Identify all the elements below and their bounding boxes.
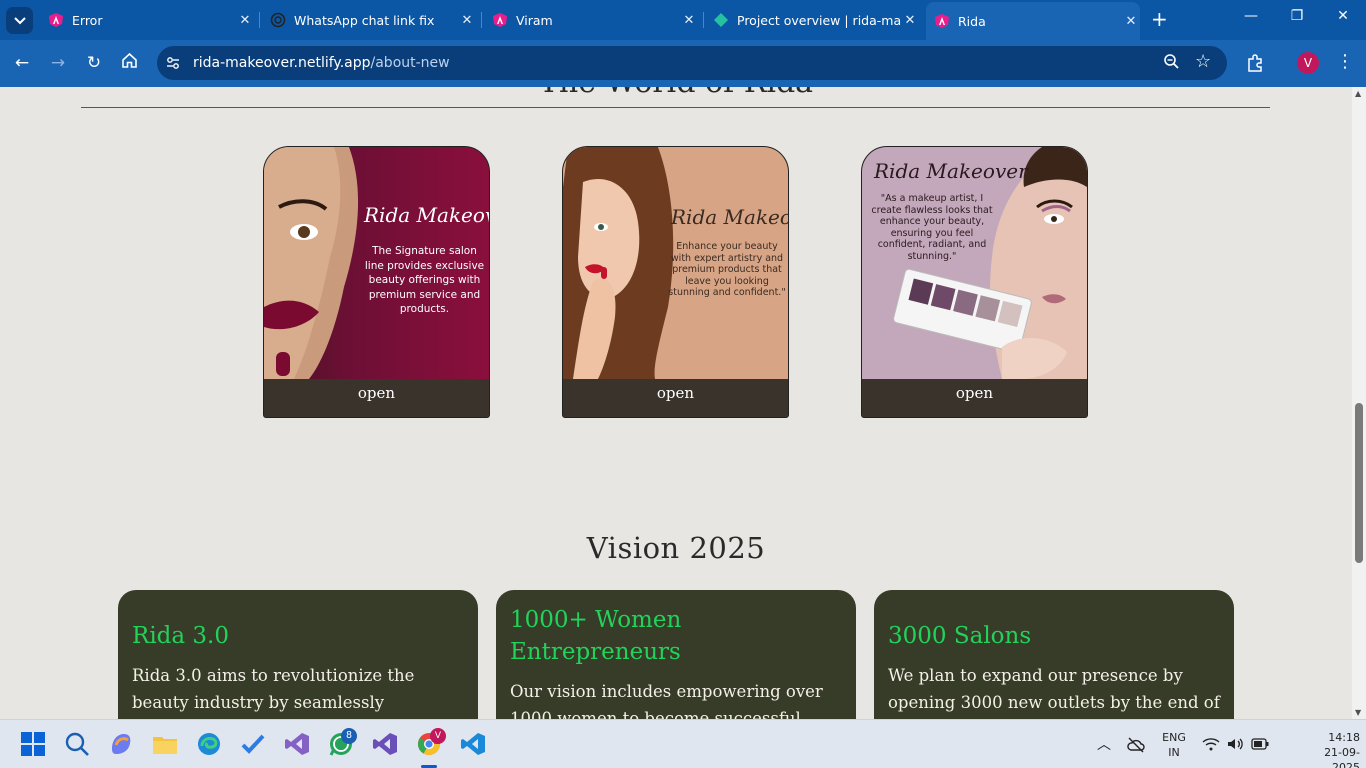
angular-icon — [49, 13, 63, 27]
section-divider — [81, 107, 1270, 108]
reload-icon[interactable]: ↻ — [83, 53, 105, 73]
close-icon[interactable]: ✕ — [1122, 14, 1140, 29]
open-button[interactable]: open — [563, 379, 788, 417]
home-icon[interactable] — [118, 52, 140, 74]
zoom-icon[interactable] — [1163, 53, 1180, 74]
search-icon[interactable] — [64, 731, 90, 757]
url-host: rida-makeover.netlify.app — [193, 55, 371, 71]
scroll-up-arrow-icon[interactable]: ▲ — [1355, 89, 1361, 98]
tab-title: Project overview | rida-make — [737, 12, 901, 28]
vision-card-rida-3: Rida 3.0 Rida 3.0 aims to revolutionize … — [118, 590, 478, 719]
scroll-thumb[interactable] — [1355, 403, 1363, 563]
vision-card-heading: 1000+ Women Entrepreneurs — [510, 607, 682, 665]
extensions-icon[interactable] — [1245, 53, 1265, 73]
vision-card-body: We plan to expand our presence by openin… — [888, 666, 1220, 712]
promo-brand-text: Rida Makeover — [364, 203, 489, 227]
vision-card-heading: Rida 3.0 — [132, 623, 229, 649]
chevron-down-icon — [13, 16, 26, 24]
url-text: rida-makeover.netlify.app/about-new — [193, 55, 450, 71]
angular-icon — [493, 13, 507, 27]
menu-icon[interactable]: ⋮ — [1336, 51, 1354, 72]
tab-title: Viram — [516, 12, 553, 28]
tab-error[interactable]: Error ✕ — [48, 6, 254, 34]
vision-card-body: Rida 3.0 aims to revolutionize the beaut… — [132, 666, 415, 712]
profile-avatar[interactable]: V — [1297, 52, 1319, 74]
todo-icon[interactable] — [240, 731, 266, 757]
address-bar[interactable]: rida-makeover.netlify.app/about-new ☆ — [157, 46, 1227, 80]
notification-badge: 8 — [341, 728, 357, 744]
tab-search-button[interactable] — [6, 7, 33, 34]
tab-rida[interactable]: Rida ✕ — [926, 2, 1140, 40]
tab-title: Rida — [958, 13, 986, 29]
minimize-icon[interactable]: — — [1228, 8, 1274, 24]
tab-divider — [703, 12, 704, 28]
browser-toolbar: ← → ↻ rida-makeover.netlify.app/about-ne… — [0, 40, 1366, 87]
close-icon[interactable]: ✕ — [901, 13, 919, 28]
clock-date: 21-09-2025 — [1324, 746, 1360, 768]
new-tab-icon[interactable]: + — [1151, 9, 1168, 29]
tab-project-overview[interactable]: Project overview | rida-make ✕ — [713, 6, 919, 34]
tab-whatsapp-chat-link-fix[interactable]: WhatsApp chat link fix ✕ — [270, 6, 476, 34]
site-info-icon[interactable] — [165, 55, 181, 71]
promo-card-artist: Rida Makeover "As a makeup artist, I cre… — [861, 146, 1088, 418]
promo-brand-text: Rida Makeover — [874, 159, 1028, 183]
open-button[interactable]: open — [264, 379, 489, 417]
vision-card-women-entrepreneurs: 1000+ Women Entrepreneurs Our vision inc… — [496, 590, 856, 719]
file-explorer-icon[interactable] — [152, 731, 178, 757]
wifi-icon[interactable] — [1202, 737, 1220, 751]
forward-icon[interactable]: → — [47, 53, 69, 73]
section-title-vision: Vision 2025 — [586, 531, 766, 565]
tab-title: WhatsApp chat link fix — [294, 12, 435, 28]
clock[interactable]: 14:18 21-09-2025 — [1308, 730, 1360, 768]
scroll-down-arrow-icon[interactable]: ▼ — [1355, 708, 1361, 717]
region-code: IN — [1168, 746, 1180, 759]
page-scrollbar[interactable]: ▲ ▼ — [1352, 87, 1366, 719]
promo-card-signature: Rida Makeover The Signature salon line p… — [263, 146, 490, 418]
tab-viram[interactable]: Viram ✕ — [492, 6, 698, 34]
promo-description: Enhance your beauty with expert artistry… — [668, 241, 786, 298]
tab-divider — [259, 12, 260, 28]
tab-divider — [481, 12, 482, 28]
tray-overflow-chevron-icon[interactable]: ︿ — [1097, 734, 1111, 754]
tab-strip: Error ✕ WhatsApp chat link fix ✕ Viram ✕… — [0, 0, 1366, 40]
edge-icon[interactable] — [196, 731, 222, 757]
close-icon[interactable]: ✕ — [236, 13, 254, 28]
vscode-icon[interactable] — [460, 731, 486, 757]
copilot-icon[interactable] — [108, 731, 134, 757]
restore-icon[interactable]: ❐ — [1274, 8, 1320, 24]
section-title-world: The World of Rida — [0, 87, 1352, 100]
tab-title: Error — [72, 12, 103, 28]
visual-studio-icon[interactable] — [284, 731, 310, 757]
close-icon[interactable]: ✕ — [458, 13, 476, 28]
url-path: /about-new — [370, 55, 450, 71]
promo-card-enhance: Rida Makeover Enhance your beauty with e… — [562, 146, 789, 418]
angular-icon — [935, 14, 949, 28]
promo-brand-text: Rida Makeover — [671, 205, 788, 229]
profile-badge: V — [430, 728, 446, 744]
open-button[interactable]: open — [862, 379, 1087, 417]
promo-description: "As a makeup artist, I create flawless l… — [871, 193, 993, 262]
language-code: ENG — [1162, 731, 1186, 744]
visual-studio-code-purple-icon[interactable] — [372, 731, 398, 757]
close-icon[interactable]: ✕ — [680, 13, 698, 28]
vision-card-salons: 3000 Salons We plan to expand our presen… — [874, 590, 1234, 719]
vision-card-heading: 3000 Salons — [888, 623, 1032, 649]
vision-card-body: Our vision includes empowering over 1000… — [510, 682, 823, 719]
bookmark-star-icon[interactable]: ☆ — [1195, 51, 1211, 72]
promo-description: The Signature salon line provides exclus… — [364, 245, 485, 315]
volume-icon[interactable] — [1226, 737, 1244, 751]
back-icon[interactable]: ← — [11, 53, 33, 73]
page-viewport: The World of Rida Rida Makeover The Sign… — [0, 87, 1352, 719]
netlify-icon — [714, 13, 728, 27]
battery-icon[interactable] — [1251, 738, 1269, 750]
windows-taskbar: 8 V ︿ ENG IN 14:18 21-09-2025 — [0, 719, 1366, 768]
onedrive-offline-icon[interactable] — [1127, 737, 1145, 753]
window-close-icon[interactable]: ✕ — [1320, 8, 1366, 24]
language-indicator[interactable]: ENG IN — [1161, 730, 1187, 760]
chatgpt-icon — [270, 12, 286, 28]
clock-time: 14:18 — [1328, 731, 1360, 744]
windows-start-icon[interactable] — [20, 731, 46, 757]
